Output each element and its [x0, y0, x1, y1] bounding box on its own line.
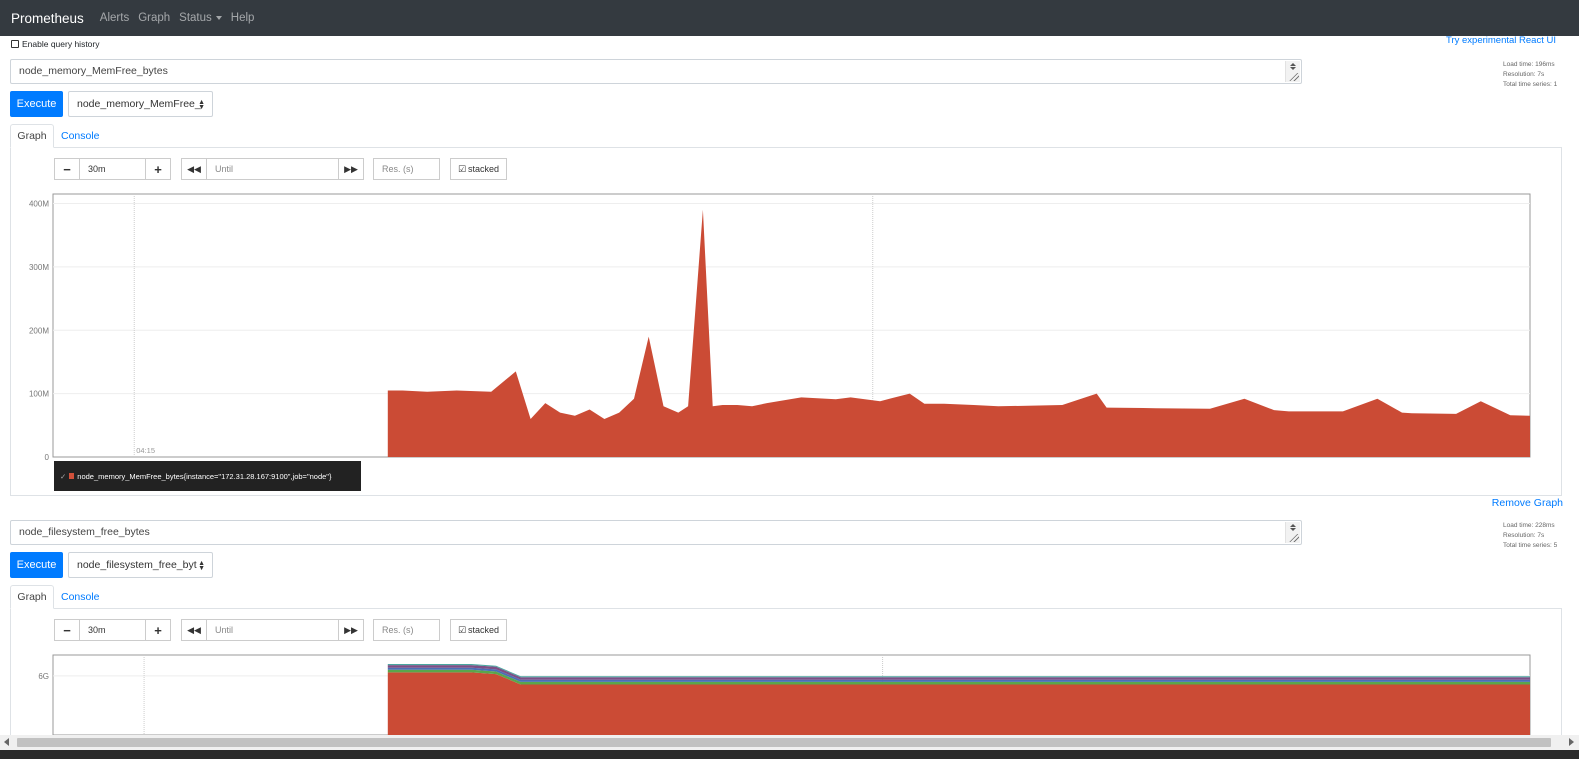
- filesystem-chart: 6G: [38, 654, 1531, 736]
- x-tick-label: 04:15: [136, 446, 155, 455]
- scrollbar-thumb[interactable]: [17, 738, 1551, 747]
- charts-canvas: 0100M200M300M400M04:1504:30 6G: [29, 193, 1531, 736]
- y-tick-label-2: 6G: [38, 672, 49, 681]
- scroll-right-icon[interactable]: [1569, 738, 1574, 746]
- y-tick-label: 100M: [29, 390, 49, 399]
- scroll-left-icon[interactable]: [4, 738, 9, 746]
- taskbar-strip: [0, 750, 1579, 759]
- legend-series-label: node_memory_MemFree_bytes{instance="172.…: [77, 471, 332, 481]
- series-swatch: [69, 473, 75, 479]
- tab-graph-2[interactable]: Graph: [10, 585, 54, 609]
- memory-chart: 0100M200M300M400M04:1504:30: [29, 193, 1531, 462]
- tab-graph[interactable]: Graph: [10, 124, 54, 148]
- horizontal-scrollbar[interactable]: [0, 735, 1579, 750]
- y-tick-label: 0: [45, 453, 50, 462]
- y-tick-label: 300M: [29, 263, 49, 272]
- y-tick-label: 200M: [29, 326, 49, 335]
- check-icon: ✓: [60, 471, 67, 481]
- chart-legend[interactable]: ✓ node_memory_MemFree_bytes{instance="17…: [54, 461, 361, 491]
- y-tick-label: 400M: [29, 200, 49, 209]
